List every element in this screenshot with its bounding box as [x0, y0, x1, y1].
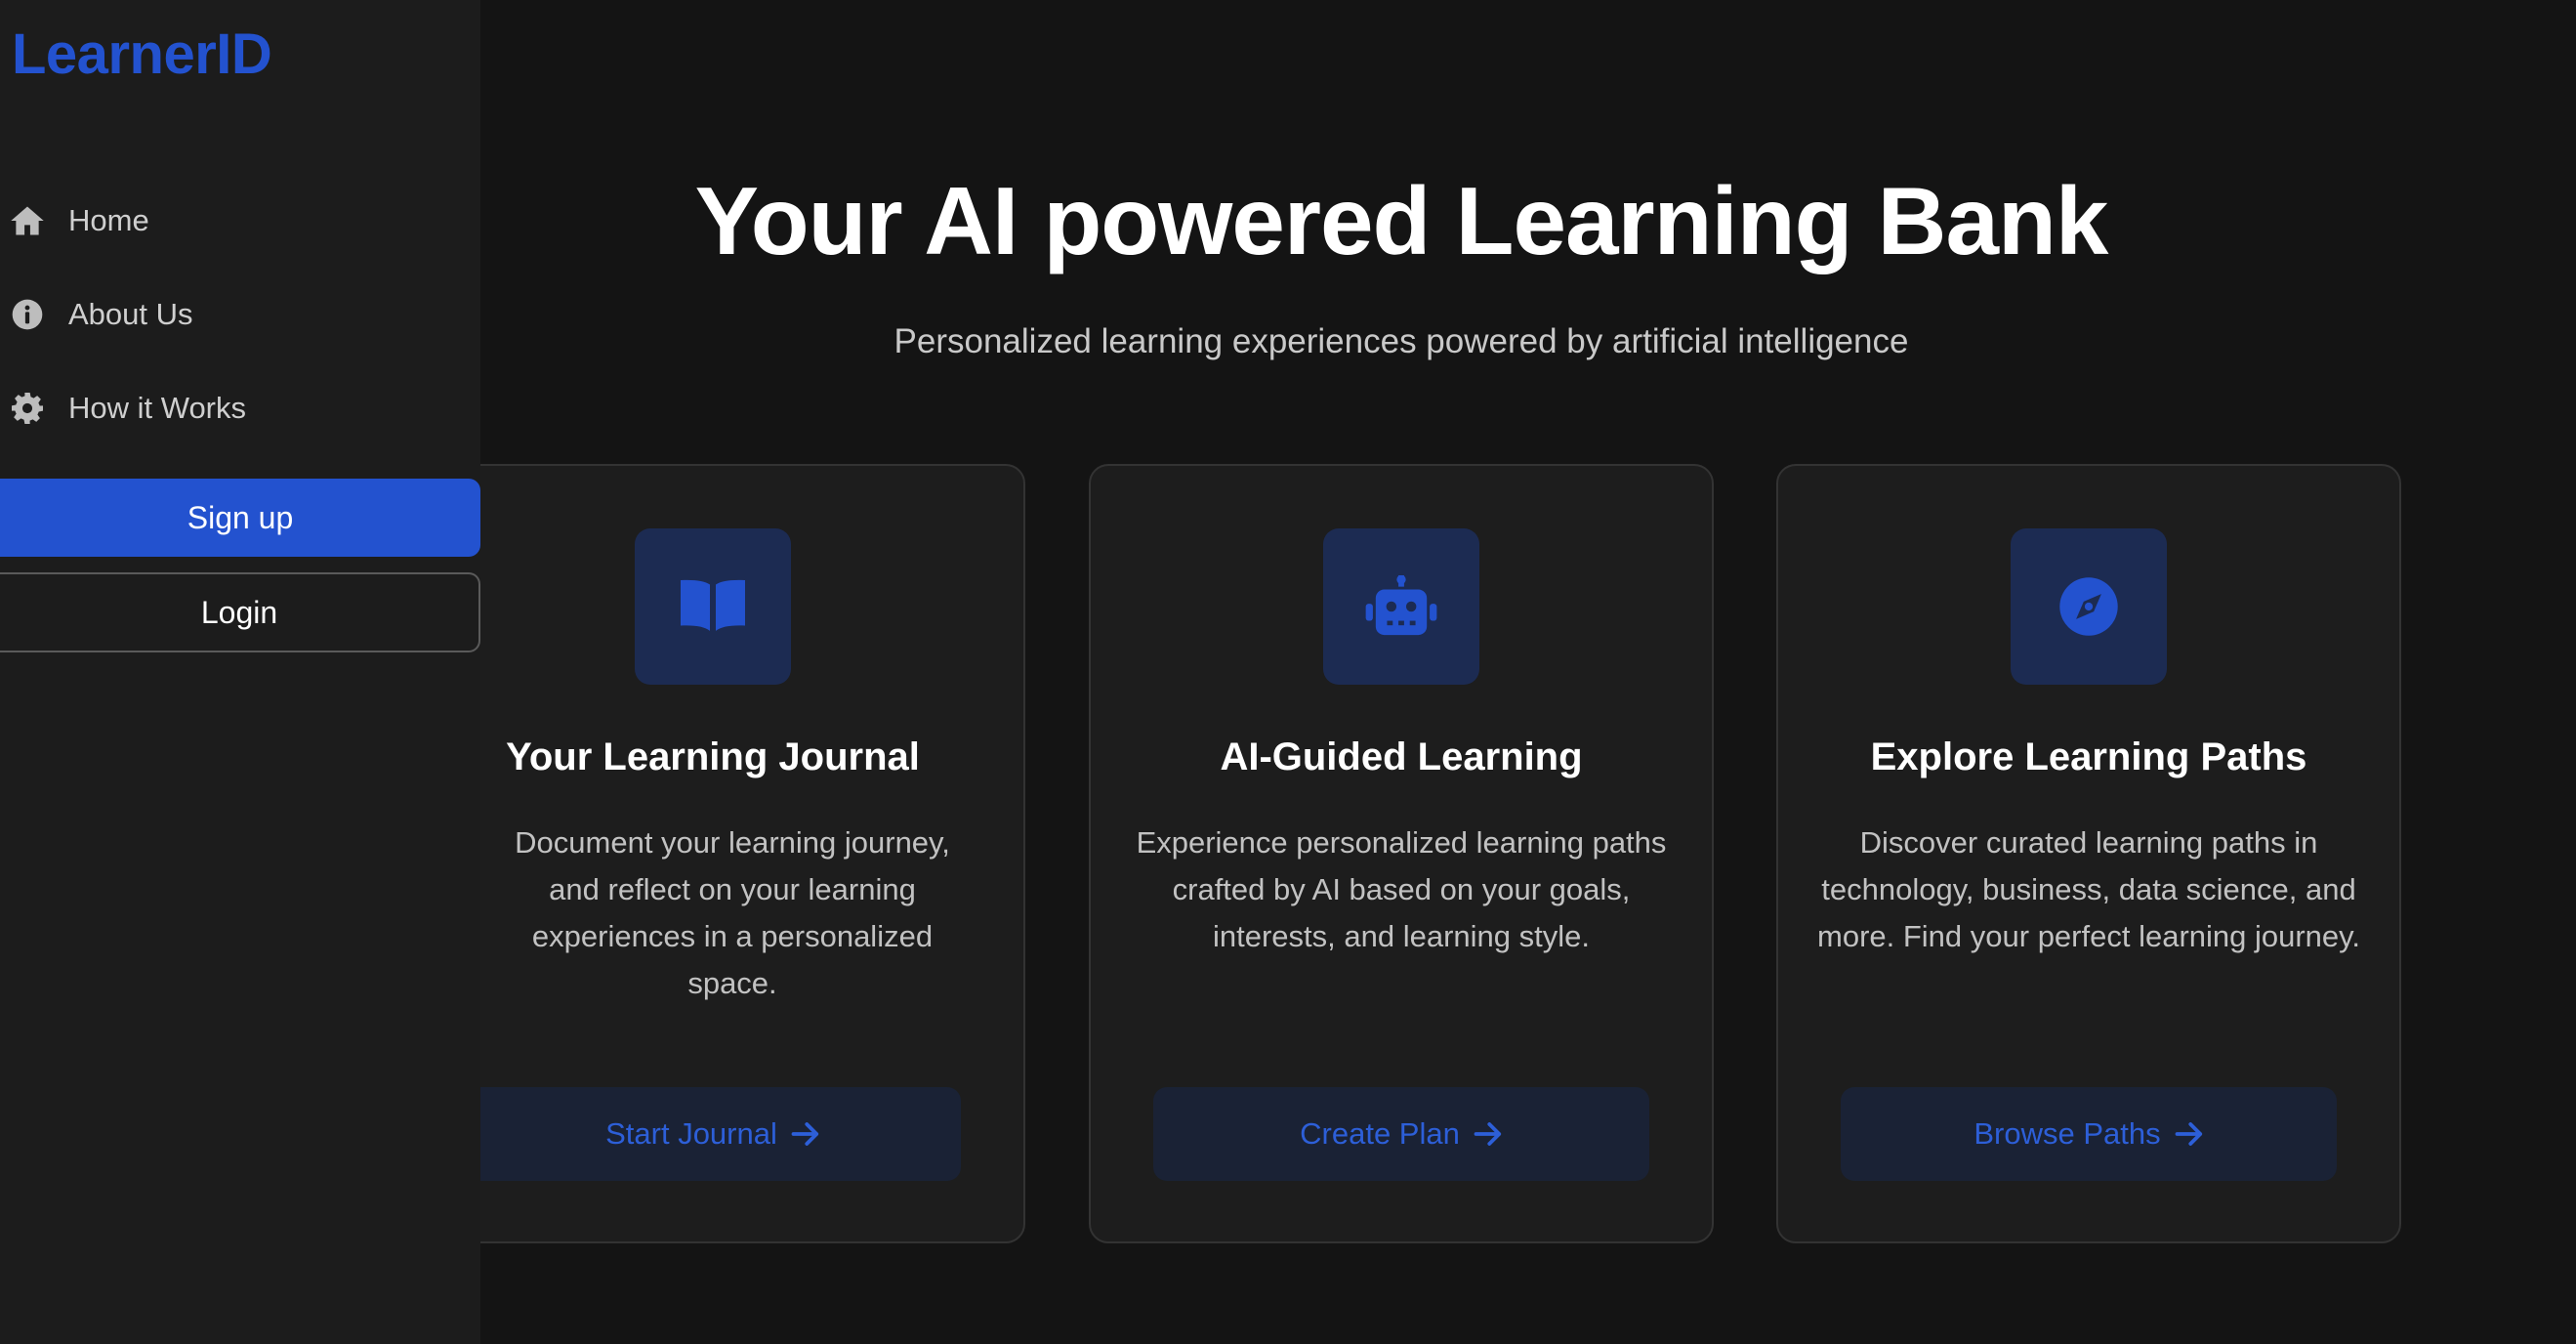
arrow-right-icon: [2175, 1122, 2202, 1146]
nav-item-home[interactable]: Home: [10, 191, 469, 250]
card-ai-guided-learning: AI-Guided Learning Experience personaliz…: [1089, 464, 1714, 1243]
card-title: Explore Learning Paths: [1870, 735, 2307, 778]
card-description: Experience personalized learning paths c…: [1136, 825, 1667, 953]
nav-item-how-it-works[interactable]: How it Works: [10, 379, 469, 438]
sidebar: LearnerID Home About Us How it Works Sig…: [0, 0, 480, 1344]
nav-item-label: How it Works: [68, 391, 247, 425]
arrow-right-icon: [1474, 1122, 1501, 1146]
nav-item-about-us[interactable]: About Us: [10, 285, 469, 344]
nav-item-label: Home: [68, 203, 149, 237]
robot-icon: [1323, 528, 1479, 685]
brand-logo[interactable]: LearnerID: [12, 21, 272, 87]
create-plan-button[interactable]: Create Plan: [1153, 1087, 1649, 1181]
nav-item-label: About Us: [68, 297, 193, 331]
card-description: Document your learning journey, and refl…: [515, 825, 950, 1000]
cta-label: Create Plan: [1300, 1116, 1460, 1151]
cta-label: Browse Paths: [1974, 1116, 2161, 1151]
login-button[interactable]: Login: [0, 572, 480, 652]
home-icon: [10, 203, 45, 238]
start-journal-button[interactable]: Start Journal: [465, 1087, 961, 1181]
arrow-right-icon: [791, 1122, 818, 1146]
compass-icon: [2011, 528, 2167, 685]
info-icon: [10, 297, 45, 332]
signup-button[interactable]: Sign up: [0, 479, 480, 557]
gear-icon: [10, 391, 45, 426]
card-description: Discover curated learning paths in techn…: [1817, 825, 2360, 953]
book-icon: [635, 528, 791, 685]
card-learning-journal: Your Learning Journal Document your lear…: [400, 464, 1025, 1243]
browse-paths-button[interactable]: Browse Paths: [1841, 1087, 2337, 1181]
card-title: AI-Guided Learning: [1220, 735, 1583, 778]
card-title: Your Learning Journal: [506, 735, 920, 778]
cta-label: Start Journal: [605, 1116, 777, 1151]
hero-title: Your AI powered Learning Bank: [694, 167, 2109, 274]
card-explore-learning-paths: Explore Learning Paths Discover curated …: [1776, 464, 2401, 1243]
hero-subtitle: Personalized learning experiences powere…: [893, 322, 1909, 360]
